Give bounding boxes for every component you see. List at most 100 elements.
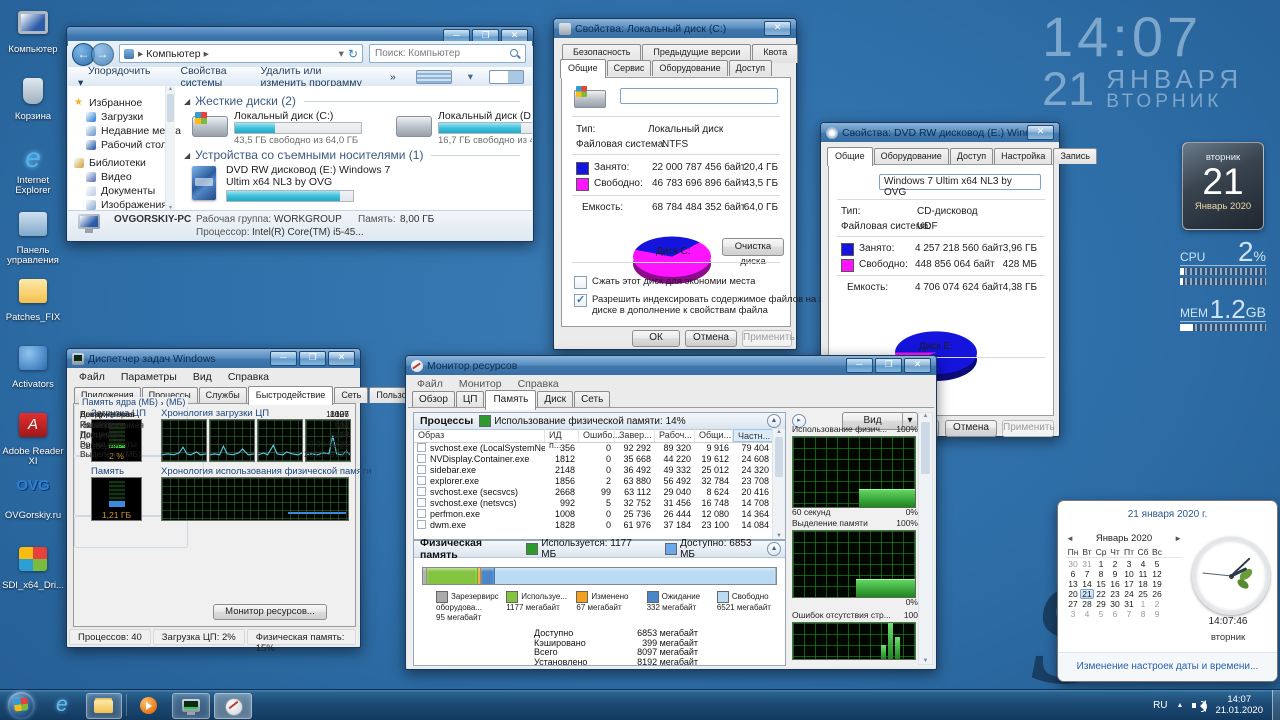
change-date-time-link[interactable]: Изменение настроек даты и времени... [1058, 661, 1277, 672]
row-checkbox[interactable] [417, 476, 426, 485]
desktop-icon-cpanel[interactable]: Панель управления [2, 209, 64, 266]
expander-icon[interactable]: ◢ [184, 151, 190, 160]
cancel-button[interactable]: Отмена [685, 330, 737, 347]
calendar-day[interactable]: 3 [1122, 559, 1136, 569]
start-button[interactable] [8, 692, 34, 718]
volume-icon[interactable] [1192, 699, 1206, 711]
next-month-icon[interactable]: ► [1174, 534, 1182, 543]
tab-Доступ[interactable]: Доступ [729, 60, 772, 76]
process-row[interactable]: explorer.exe1856263 88056 49232 78423 70… [414, 475, 773, 486]
refresh-icon[interactable]: ↻ [348, 47, 358, 61]
index-checkbox[interactable] [574, 294, 587, 307]
calendar-day[interactable]: 14 [1080, 579, 1094, 589]
calendar-day[interactable]: 31 [1080, 559, 1094, 569]
calendar-day[interactable]: 5 [1094, 609, 1108, 619]
breadcrumb-text[interactable]: Компьютер [146, 48, 200, 60]
language-indicator[interactable]: RU [1153, 700, 1167, 711]
menu-Вид[interactable]: Вид [185, 369, 220, 385]
section-removable[interactable]: ◢ Устройства со съемными носителями (1) [184, 148, 520, 162]
resource-monitor-button[interactable]: Монитор ресурсов... [213, 604, 327, 620]
disk-cleanup-button[interactable]: Очистка диска [722, 238, 784, 256]
calendar-month[interactable]: Январь 2020 [1074, 533, 1174, 544]
tab-Настройка[interactable]: Настройка [994, 148, 1052, 164]
cpu-gadget[interactable]: CPU 2 % [1180, 240, 1266, 285]
minimize-button[interactable]: ─ [846, 358, 873, 373]
process-row[interactable]: NVDisplay.Container.exe1812035 66844 220… [414, 453, 773, 464]
calendar-day[interactable]: 10 [1122, 569, 1136, 579]
tray-clock[interactable]: 14:07 21.01.2020 [1215, 694, 1263, 716]
desktop-icon-folder[interactable]: Patches_FIX [2, 276, 64, 323]
calendar-day[interactable]: 12 [1150, 569, 1164, 579]
prev-month-icon[interactable]: ◄ [1066, 534, 1074, 543]
column-header-4[interactable]: Рабоч... [655, 429, 695, 442]
close-button[interactable]: ✕ [764, 21, 791, 36]
calendar-day[interactable]: 28 [1080, 599, 1094, 609]
process-row[interactable]: svchost.exe (netsvcs)992532 75231 45616 … [414, 497, 773, 508]
calendar-day[interactable]: 17 [1122, 579, 1136, 589]
calendar-day[interactable]: 7 [1080, 569, 1094, 579]
calendar-day[interactable]: 6 [1066, 569, 1080, 579]
tab-Общие[interactable]: Общие [827, 147, 873, 166]
hidden-icons-arrow[interactable]: ▲ [1177, 702, 1184, 709]
search-box[interactable]: Поиск: Компьютер [369, 44, 526, 63]
process-row[interactable]: sidebar.exe2148036 49249 33225 01224 320 [414, 464, 773, 475]
close-button[interactable]: ✕ [328, 351, 355, 366]
calendar-day[interactable]: 29 [1094, 599, 1108, 609]
window-scrollbar[interactable]: ▲▼ [918, 412, 933, 665]
calendar-day[interactable]: 11 [1136, 569, 1150, 579]
calendar-day[interactable]: 23 [1108, 589, 1122, 599]
menu-Файл[interactable]: Файл [71, 369, 113, 385]
properties-c-titlebar[interactable]: Свойства: Локальный диск (C:) ✕ [554, 19, 796, 38]
show-desktop-button[interactable] [1272, 690, 1280, 720]
tab-Общие[interactable]: Общие [560, 59, 606, 78]
row-checkbox[interactable] [417, 498, 426, 507]
tab-Оборудование[interactable]: Оборудование [652, 60, 727, 76]
calendar-day[interactable]: 2 [1108, 559, 1122, 569]
compress-checkbox[interactable] [574, 276, 587, 289]
taskbar-ie-button[interactable]: e [48, 693, 82, 717]
tab-Запись[interactable]: Запись [1053, 148, 1097, 164]
processes-header[interactable]: Процессы Использование физической памяти… [414, 413, 785, 430]
column-header-5[interactable]: Общи... [695, 429, 733, 442]
toolbar-more-button[interactable]: » [380, 71, 406, 83]
taskbar-resmon-button[interactable] [214, 693, 252, 719]
sidebar-scrollbar[interactable]: ▲ ▼ [165, 86, 175, 211]
desktop-icon-computer[interactable]: Компьютер [2, 8, 64, 55]
apply-button[interactable]: Применить [1002, 420, 1054, 437]
maximize-button[interactable]: ❐ [299, 351, 326, 366]
taskbar-wmp-button[interactable] [132, 693, 166, 717]
desktop-icon-sdi[interactable]: SDI_x64_Dri... [2, 544, 64, 591]
calendar-day[interactable]: 27 [1066, 599, 1080, 609]
calendar-day[interactable]: 4 [1080, 609, 1094, 619]
row-checkbox[interactable] [417, 487, 426, 496]
column-header-3[interactable]: Завер... [615, 429, 655, 442]
column-header-1[interactable]: ИД п... [545, 429, 579, 442]
desktop-icon-ie[interactable]: eInternet Explorer [2, 142, 64, 196]
tab-ЦП[interactable]: ЦП [456, 391, 485, 408]
resource-monitor-titlebar[interactable]: Монитор ресурсов ─ ❐ ✕ [406, 356, 936, 375]
apply-button[interactable]: Применить [742, 330, 792, 347]
calendar-day[interactable]: 3 [1066, 609, 1080, 619]
calendar-day[interactable]: 18 [1136, 579, 1150, 589]
sidebar-item-star[interactable]: ★Избранное [74, 96, 165, 110]
forward-button[interactable]: → [91, 43, 114, 66]
desktop-icon-pin[interactable]: Activators [2, 343, 64, 390]
breadcrumb[interactable]: ▸ Компьютер ▸ ▾ ↻ [119, 44, 363, 63]
cancel-button[interactable]: Отмена [945, 420, 997, 437]
dvd-drive-item[interactable]: DVD RW дисковод (E:) Windows 7 Ultim x64… [188, 164, 478, 210]
row-checkbox[interactable] [417, 509, 426, 518]
scrollbar-up-arrow[interactable]: ▲ [166, 86, 175, 92]
tab-Службы[interactable]: Службы [199, 387, 247, 403]
sidebar-item-video[interactable]: Видео [74, 170, 165, 184]
calendar-day[interactable]: 5 [1150, 559, 1164, 569]
desktop-icon-ovg[interactable]: OVGOVGorskiy.ru [2, 477, 64, 521]
calendar-day[interactable]: 1 [1136, 599, 1150, 609]
calendar-day[interactable]: 8 [1094, 569, 1108, 579]
taskbar-taskmgr-button[interactable] [172, 693, 210, 719]
tab-Сеть[interactable]: Сеть [574, 391, 610, 408]
collapse-icon[interactable]: ▲ [767, 542, 781, 556]
calendar-day[interactable]: 26 [1150, 589, 1164, 599]
desktop-icon-recycle[interactable]: Корзина [2, 75, 64, 122]
calendar-day[interactable]: 31 [1122, 599, 1136, 609]
column-header-6[interactable]: Частн... [733, 429, 773, 442]
